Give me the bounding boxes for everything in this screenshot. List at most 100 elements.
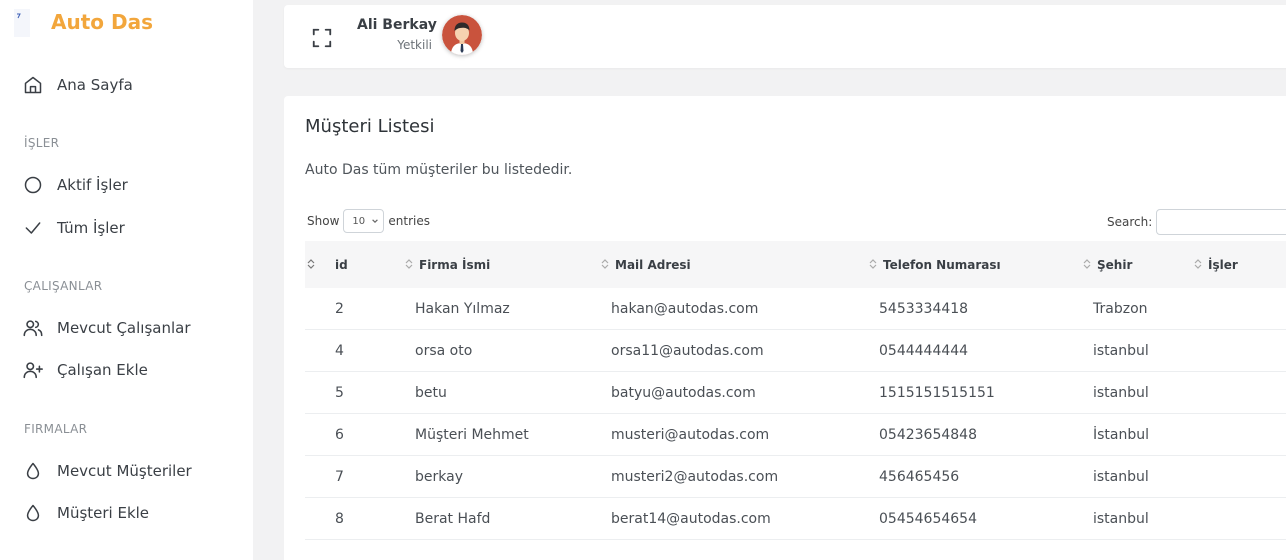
table-row[interactable]: 2 Hakan Yılmaz hakan@autodas.com 5453334… xyxy=(305,288,1286,330)
cell-phone: 05454654654 xyxy=(879,511,977,527)
avatar[interactable] xyxy=(442,15,482,55)
sidebar-item-all-jobs[interactable]: Tüm İşler xyxy=(22,216,125,240)
cell-city: İstanbul xyxy=(1093,427,1150,443)
search-label: Search: xyxy=(1107,215,1153,229)
cell-phone: 456465456 xyxy=(879,469,960,485)
logo-icon xyxy=(14,9,30,37)
cell-city: Trabzon xyxy=(1093,301,1148,317)
column-header-label: Mail Adresi xyxy=(615,257,691,272)
cell-city: istanbul xyxy=(1093,469,1149,485)
sort-icon xyxy=(1194,258,1204,272)
cell-city: istanbul xyxy=(1093,511,1149,527)
page-length-select[interactable]: 10 xyxy=(343,209,385,233)
cell-email: batyu@autodas.com xyxy=(611,385,756,401)
user-plus-icon xyxy=(22,359,44,381)
sidebar-item-label: Mevcut Müşteriler xyxy=(57,462,192,480)
column-header-city[interactable]: Şehir xyxy=(1083,241,1132,288)
search-input[interactable] xyxy=(1156,209,1286,235)
sidebar-item-add-employee[interactable]: Çalışan Ekle xyxy=(22,358,148,382)
cell-email: berat14@autodas.com xyxy=(611,511,771,527)
cell-phone: 0544444444 xyxy=(879,343,969,359)
cell-company: Hakan Yılmaz xyxy=(415,301,510,317)
sidebar-item-active-jobs[interactable]: Aktif İşler xyxy=(22,173,128,197)
cell-phone: 5453334418 xyxy=(879,301,969,317)
section-title-companies: FIRMALAR xyxy=(24,422,88,436)
circle-icon xyxy=(22,174,44,196)
sort-icon xyxy=(601,258,611,272)
cell-id: 6 xyxy=(335,427,344,443)
page-description: Auto Das tüm müşteriler bu listededir. xyxy=(305,162,573,178)
search-control: Search: xyxy=(1107,209,1286,235)
users-icon xyxy=(22,317,44,339)
cell-email: orsa11@autodas.com xyxy=(611,343,764,359)
column-header-id[interactable]: id xyxy=(335,241,348,288)
cell-email: hakan@autodas.com xyxy=(611,301,759,317)
sidebar-item-add-customer[interactable]: Müşteri Ekle xyxy=(22,501,149,525)
brand-logo[interactable] xyxy=(14,8,30,38)
cell-email: musteri@autodas.com xyxy=(611,427,770,443)
table-row[interactable]: 5 betu batyu@autodas.com 1515151515151 i… xyxy=(305,372,1286,414)
cell-company: orsa oto xyxy=(415,343,473,359)
home-icon xyxy=(22,74,44,96)
fullscreen-icon[interactable] xyxy=(311,27,333,49)
brand-title[interactable]: Auto Das xyxy=(51,10,153,34)
table-row[interactable]: 6 Müşteri Mehmet musteri@autodas.com 054… xyxy=(305,414,1286,456)
droplet-icon xyxy=(22,460,44,482)
customer-list-card: Müşteri Listesi Auto Das tüm müşteriler … xyxy=(284,96,1286,560)
cell-id: 7 xyxy=(335,469,344,485)
column-header-jobs[interactable]: İşler xyxy=(1194,241,1238,288)
sidebar-item-current-customers[interactable]: Mevcut Müşteriler xyxy=(22,459,192,483)
user-role: Yetkili xyxy=(397,38,432,52)
cell-id: 2 xyxy=(335,301,344,317)
sidebar-item-label: Ana Sayfa xyxy=(57,76,133,94)
table-row[interactable]: 8 Berat Hafd berat14@autodas.com 0545465… xyxy=(305,498,1286,540)
cell-phone: 05423654848 xyxy=(879,427,977,443)
sidebar-item-label: Tüm İşler xyxy=(57,219,125,237)
page-title: Müşteri Listesi xyxy=(305,116,435,137)
sort-icon xyxy=(405,258,415,272)
cell-id: 5 xyxy=(335,385,344,401)
column-header-label: Şehir xyxy=(1097,257,1133,272)
cell-company: berkay xyxy=(415,469,463,485)
table-header: id Firma İsmi Mail Adresi Telefon Numara… xyxy=(305,241,1286,288)
page-length-value: 10 xyxy=(352,215,366,227)
section-title-jobs: İŞLER xyxy=(24,136,60,150)
column-header-company[interactable]: Firma İsmi xyxy=(405,241,490,288)
table-row[interactable]: 4 orsa oto orsa11@autodas.com 0544444444… xyxy=(305,330,1286,372)
cell-id: 8 xyxy=(335,511,344,527)
column-header-label: Firma İsmi xyxy=(419,257,491,272)
cell-company: betu xyxy=(415,385,447,401)
column-header-phone[interactable]: Telefon Numarası xyxy=(869,241,1001,288)
column-header-label: id xyxy=(335,257,348,272)
cell-email: musteri2@autodas.com xyxy=(611,469,779,485)
cell-city: istanbul xyxy=(1093,343,1149,359)
sidebar-item-label: Aktif İşler xyxy=(57,176,128,194)
cell-company: Müşteri Mehmet xyxy=(415,427,529,443)
sidebar: Auto Das Ana Sayfa İŞLER Aktif İşler Tüm… xyxy=(0,0,253,560)
column-header-label: İşler xyxy=(1208,257,1238,272)
chevron-down-icon xyxy=(371,217,379,228)
cell-city: istanbul xyxy=(1093,385,1149,401)
column-header-label: Telefon Numarası xyxy=(883,257,1001,272)
cell-phone: 1515151515151 xyxy=(879,385,995,401)
sidebar-item-label: Müşteri Ekle xyxy=(57,504,150,522)
sort-icon xyxy=(869,258,879,272)
topbar: Ali Berkay Yetkili xyxy=(284,5,1286,68)
sidebar-item-home[interactable]: Ana Sayfa xyxy=(22,73,133,97)
cell-company: Berat Hafd xyxy=(415,511,491,527)
sidebar-item-current-employees[interactable]: Mevcut Çalışanlar xyxy=(22,316,191,340)
droplet-icon xyxy=(22,502,44,524)
sort-icon xyxy=(1083,258,1093,272)
table-body: 2 Hakan Yılmaz hakan@autodas.com 5453334… xyxy=(305,288,1286,540)
show-label: Show xyxy=(307,214,340,228)
customers-table: id Firma İsmi Mail Adresi Telefon Numara… xyxy=(305,241,1286,540)
user-name: Ali Berkay xyxy=(357,17,437,33)
sidebar-item-label: Çalışan Ekle xyxy=(57,361,148,379)
sidebar-item-label: Mevcut Çalışanlar xyxy=(57,319,191,337)
entries-label: entries xyxy=(388,214,430,228)
column-header-sort-all[interactable] xyxy=(307,241,321,288)
check-icon xyxy=(22,217,44,239)
table-row[interactable]: 7 berkay musteri2@autodas.com 456465456 … xyxy=(305,456,1286,498)
column-header-email[interactable]: Mail Adresi xyxy=(601,241,691,288)
cell-id: 4 xyxy=(335,343,344,359)
